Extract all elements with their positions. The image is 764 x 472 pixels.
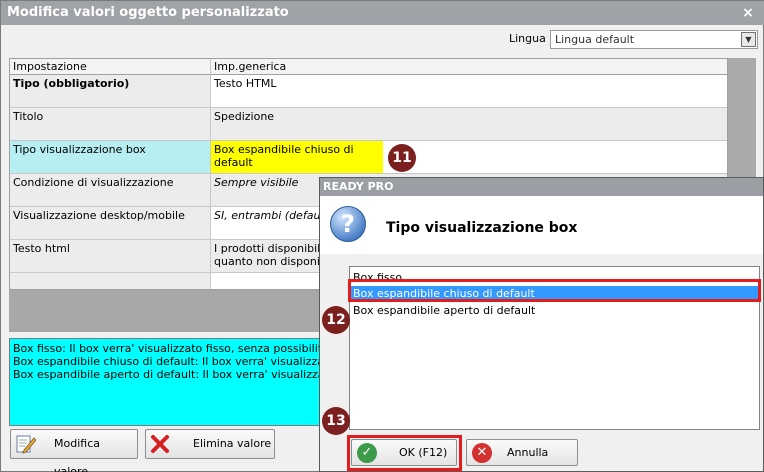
- table-row[interactable]: Titolo Spedizione: [10, 108, 727, 141]
- list-item[interactable]: Box espandibile aperto di default: [351, 303, 758, 318]
- setting-cell: Tipo visualizzazione box: [10, 141, 211, 174]
- delete-icon: [151, 435, 169, 453]
- column-header-setting[interactable]: Impostazione: [10, 59, 211, 75]
- table-row-selected[interactable]: Tipo visualizzazione box Box espandibile…: [10, 141, 727, 174]
- setting-cell: Testo html: [10, 240, 211, 273]
- edit-value-label: Modifica valore: [54, 437, 100, 472]
- cancel-label: Annulla (ESC): [507, 446, 549, 472]
- value-cell-highlight: Box espandibile chiuso di default: [211, 141, 383, 173]
- select-dialog: READY PRO ? Tipo visualizzazione box Box…: [319, 177, 764, 472]
- language-value: Lingua default: [555, 33, 635, 46]
- delete-value-button[interactable]: Elimina valore: [145, 429, 275, 459]
- value-cell: Spedizione: [211, 108, 727, 141]
- highlight-box: [348, 279, 761, 302]
- question-icon: ?: [330, 206, 366, 242]
- edit-value-button[interactable]: Modifica valore: [10, 429, 138, 472]
- language-label: Lingua :: [509, 32, 554, 45]
- step-badge-11: 11: [388, 144, 416, 172]
- chevron-down-icon[interactable]: ▼: [741, 32, 756, 47]
- dialog-heading: Tipo visualizzazione box: [386, 220, 578, 236]
- setting-cell: Condizione di visualizzazione: [10, 174, 211, 207]
- value-cell: Testo HTML: [211, 75, 727, 108]
- setting-cell: Titolo: [10, 108, 211, 141]
- delete-value-label: Elimina valore: [193, 437, 272, 450]
- window-title-bar: Modifica valori oggetto personalizzato: [1, 1, 764, 25]
- setting-cell: Visualizzazione desktop/mobile: [10, 207, 211, 240]
- table-row[interactable]: Tipo (obbligatorio) Testo HTML: [10, 75, 727, 108]
- value-cell: Box espandibile chiuso di default: [211, 141, 727, 174]
- dialog-title: READY PRO: [320, 178, 763, 196]
- dialog-header: ? Tipo visualizzazione box: [320, 196, 763, 254]
- step-badge-12: 12: [322, 306, 350, 334]
- language-select[interactable]: Lingua default ▼: [550, 30, 758, 49]
- setting-cell: [10, 273, 211, 289]
- step-badge-13: 13: [322, 407, 350, 435]
- close-icon[interactable]: ×: [741, 1, 755, 25]
- cancel-button[interactable]: ✕ Annulla (ESC): [466, 439, 578, 472]
- column-header-value[interactable]: Imp.generica: [211, 59, 727, 75]
- highlight-box: [347, 435, 462, 471]
- close-icon: ✕: [472, 443, 492, 463]
- window-title: Modifica valori oggetto personalizzato: [7, 5, 289, 20]
- setting-cell: Tipo (obbligatorio): [10, 75, 211, 108]
- edit-icon: [16, 435, 36, 454]
